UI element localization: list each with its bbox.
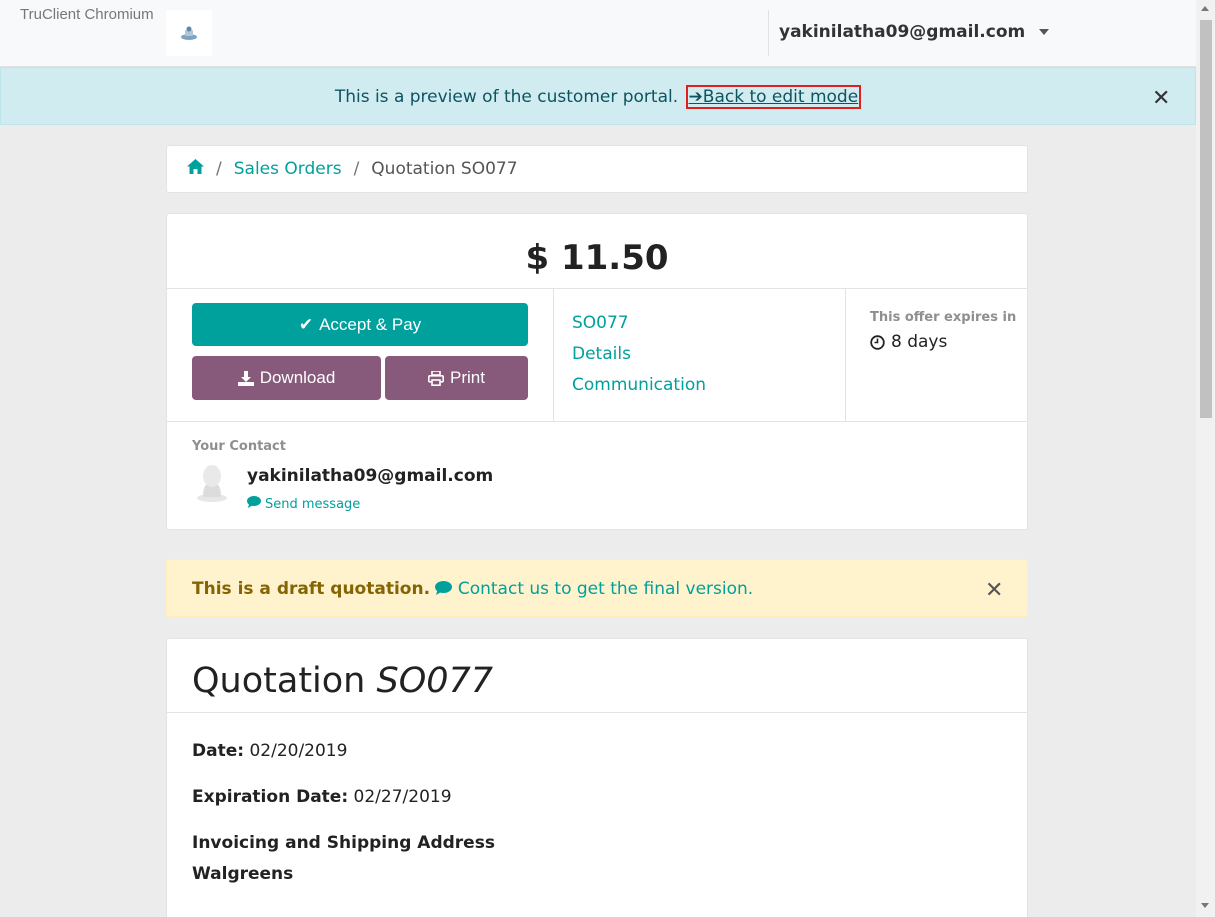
contact-us-link[interactable]: Contact us to get the final version. xyxy=(435,579,753,599)
divider xyxy=(167,421,1027,422)
avatar xyxy=(197,465,227,502)
contact-label: Your Contact xyxy=(192,439,286,454)
caret-down-icon xyxy=(1039,29,1050,35)
expiration-label: Expiration Date: xyxy=(192,787,349,807)
column-divider xyxy=(553,289,554,421)
order-nav-links: SO077 Details Communication xyxy=(572,308,706,401)
quotation-title-prefix: Quotation xyxy=(192,661,366,701)
contact-name: yakinilatha09@gmail.com xyxy=(247,466,494,486)
scroll-down-arrow[interactable] xyxy=(1201,903,1209,908)
send-message-link[interactable]: Send message xyxy=(247,496,360,512)
logo-icon xyxy=(181,26,197,40)
preview-alert: This is a preview of the customer portal… xyxy=(0,67,1196,125)
link-details[interactable]: Details xyxy=(572,339,706,370)
date-field: Date: 02/20/2019 xyxy=(192,741,347,761)
preview-alert-text: This is a preview of the customer portal… xyxy=(334,87,679,107)
breadcrumb-separator: / xyxy=(216,159,222,179)
quotation-title-ref: SO077 xyxy=(376,661,494,701)
company-logo[interactable] xyxy=(166,10,212,56)
breadcrumb-sales-orders[interactable]: Sales Orders xyxy=(234,159,342,179)
app-title: TruClient Chromium xyxy=(20,6,154,23)
print-label: Print xyxy=(450,368,485,387)
draft-alert: This is a draft quotation. Contact us to… xyxy=(166,559,1028,617)
scroll-up-arrow[interactable] xyxy=(1201,6,1209,11)
download-icon xyxy=(237,370,254,386)
divider xyxy=(167,288,1027,289)
comment-icon xyxy=(247,496,261,512)
date-value: 02/20/2019 xyxy=(249,741,348,761)
accept-pay-label: Accept & Pay xyxy=(319,314,422,334)
column-divider xyxy=(845,289,846,421)
expires-value: 8 days xyxy=(870,332,947,352)
accept-pay-button[interactable]: ✔ Accept & Pay xyxy=(192,303,528,346)
order-summary-card: $ 11.50 ✔ Accept & Pay Download Print SO… xyxy=(166,213,1028,530)
expiration-date-field: Expiration Date: 02/27/2019 xyxy=(192,787,452,807)
vertical-scrollbar[interactable] xyxy=(1196,0,1215,917)
breadcrumb-current: Quotation SO077 xyxy=(371,159,518,179)
close-icon[interactable]: ✕ xyxy=(985,580,1003,602)
nav-divider xyxy=(768,10,769,56)
expiration-value: 02/27/2019 xyxy=(353,787,452,807)
address-heading-text: Invoicing and Shipping Address xyxy=(192,833,495,853)
contact-us-label: Contact us to get the final version. xyxy=(457,579,754,599)
print-icon xyxy=(428,370,445,386)
address-name-text: Walgreens xyxy=(192,864,294,884)
user-menu-dropdown[interactable]: yakinilatha09@gmail.com xyxy=(779,22,1050,42)
download-button[interactable]: Download xyxy=(192,356,381,400)
home-icon[interactable] xyxy=(187,159,204,179)
user-email: yakinilatha09@gmail.com xyxy=(779,22,1026,42)
address-name: Walgreens xyxy=(192,864,293,884)
check-icon: ✔ xyxy=(298,314,314,334)
close-icon[interactable]: ✕ xyxy=(1152,88,1170,110)
top-navbar: TruClient Chromium yakinilatha09@gmail.c… xyxy=(0,0,1196,67)
total-amount: $ 11.50 xyxy=(525,238,669,278)
clock-icon xyxy=(870,334,885,350)
quotation-card: Quotation SO077 Date: 02/20/2019 Expirat… xyxy=(166,638,1028,917)
address-heading: Invoicing and Shipping Address xyxy=(192,833,495,853)
date-label: Date: xyxy=(192,741,245,761)
print-button[interactable]: Print xyxy=(385,356,528,400)
divider xyxy=(167,712,1027,713)
expires-days: 8 days xyxy=(891,332,948,352)
preview-alert-message: This is a preview of the customer portal… xyxy=(1,85,1195,109)
comment-icon xyxy=(435,581,453,595)
link-communication[interactable]: Communication xyxy=(572,370,706,401)
arrow-right-icon: ➔ xyxy=(688,87,703,107)
breadcrumb: / Sales Orders / Quotation SO077 xyxy=(166,145,1028,193)
draft-alert-strong: This is a draft quotation. xyxy=(192,579,431,599)
draft-alert-message: This is a draft quotation. Contact us to… xyxy=(192,579,753,599)
back-to-edit-label: Back to edit mode xyxy=(702,87,859,107)
expires-label: This offer expires in xyxy=(870,310,1017,325)
quotation-title: Quotation SO077 xyxy=(192,661,493,701)
link-so077[interactable]: SO077 xyxy=(572,308,706,339)
scroll-thumb[interactable] xyxy=(1200,20,1212,418)
download-label: Download xyxy=(259,368,336,387)
send-message-label: Send message xyxy=(265,496,361,512)
back-to-edit-link[interactable]: ➔Back to edit mode xyxy=(685,85,862,109)
breadcrumb-separator: / xyxy=(353,159,360,179)
